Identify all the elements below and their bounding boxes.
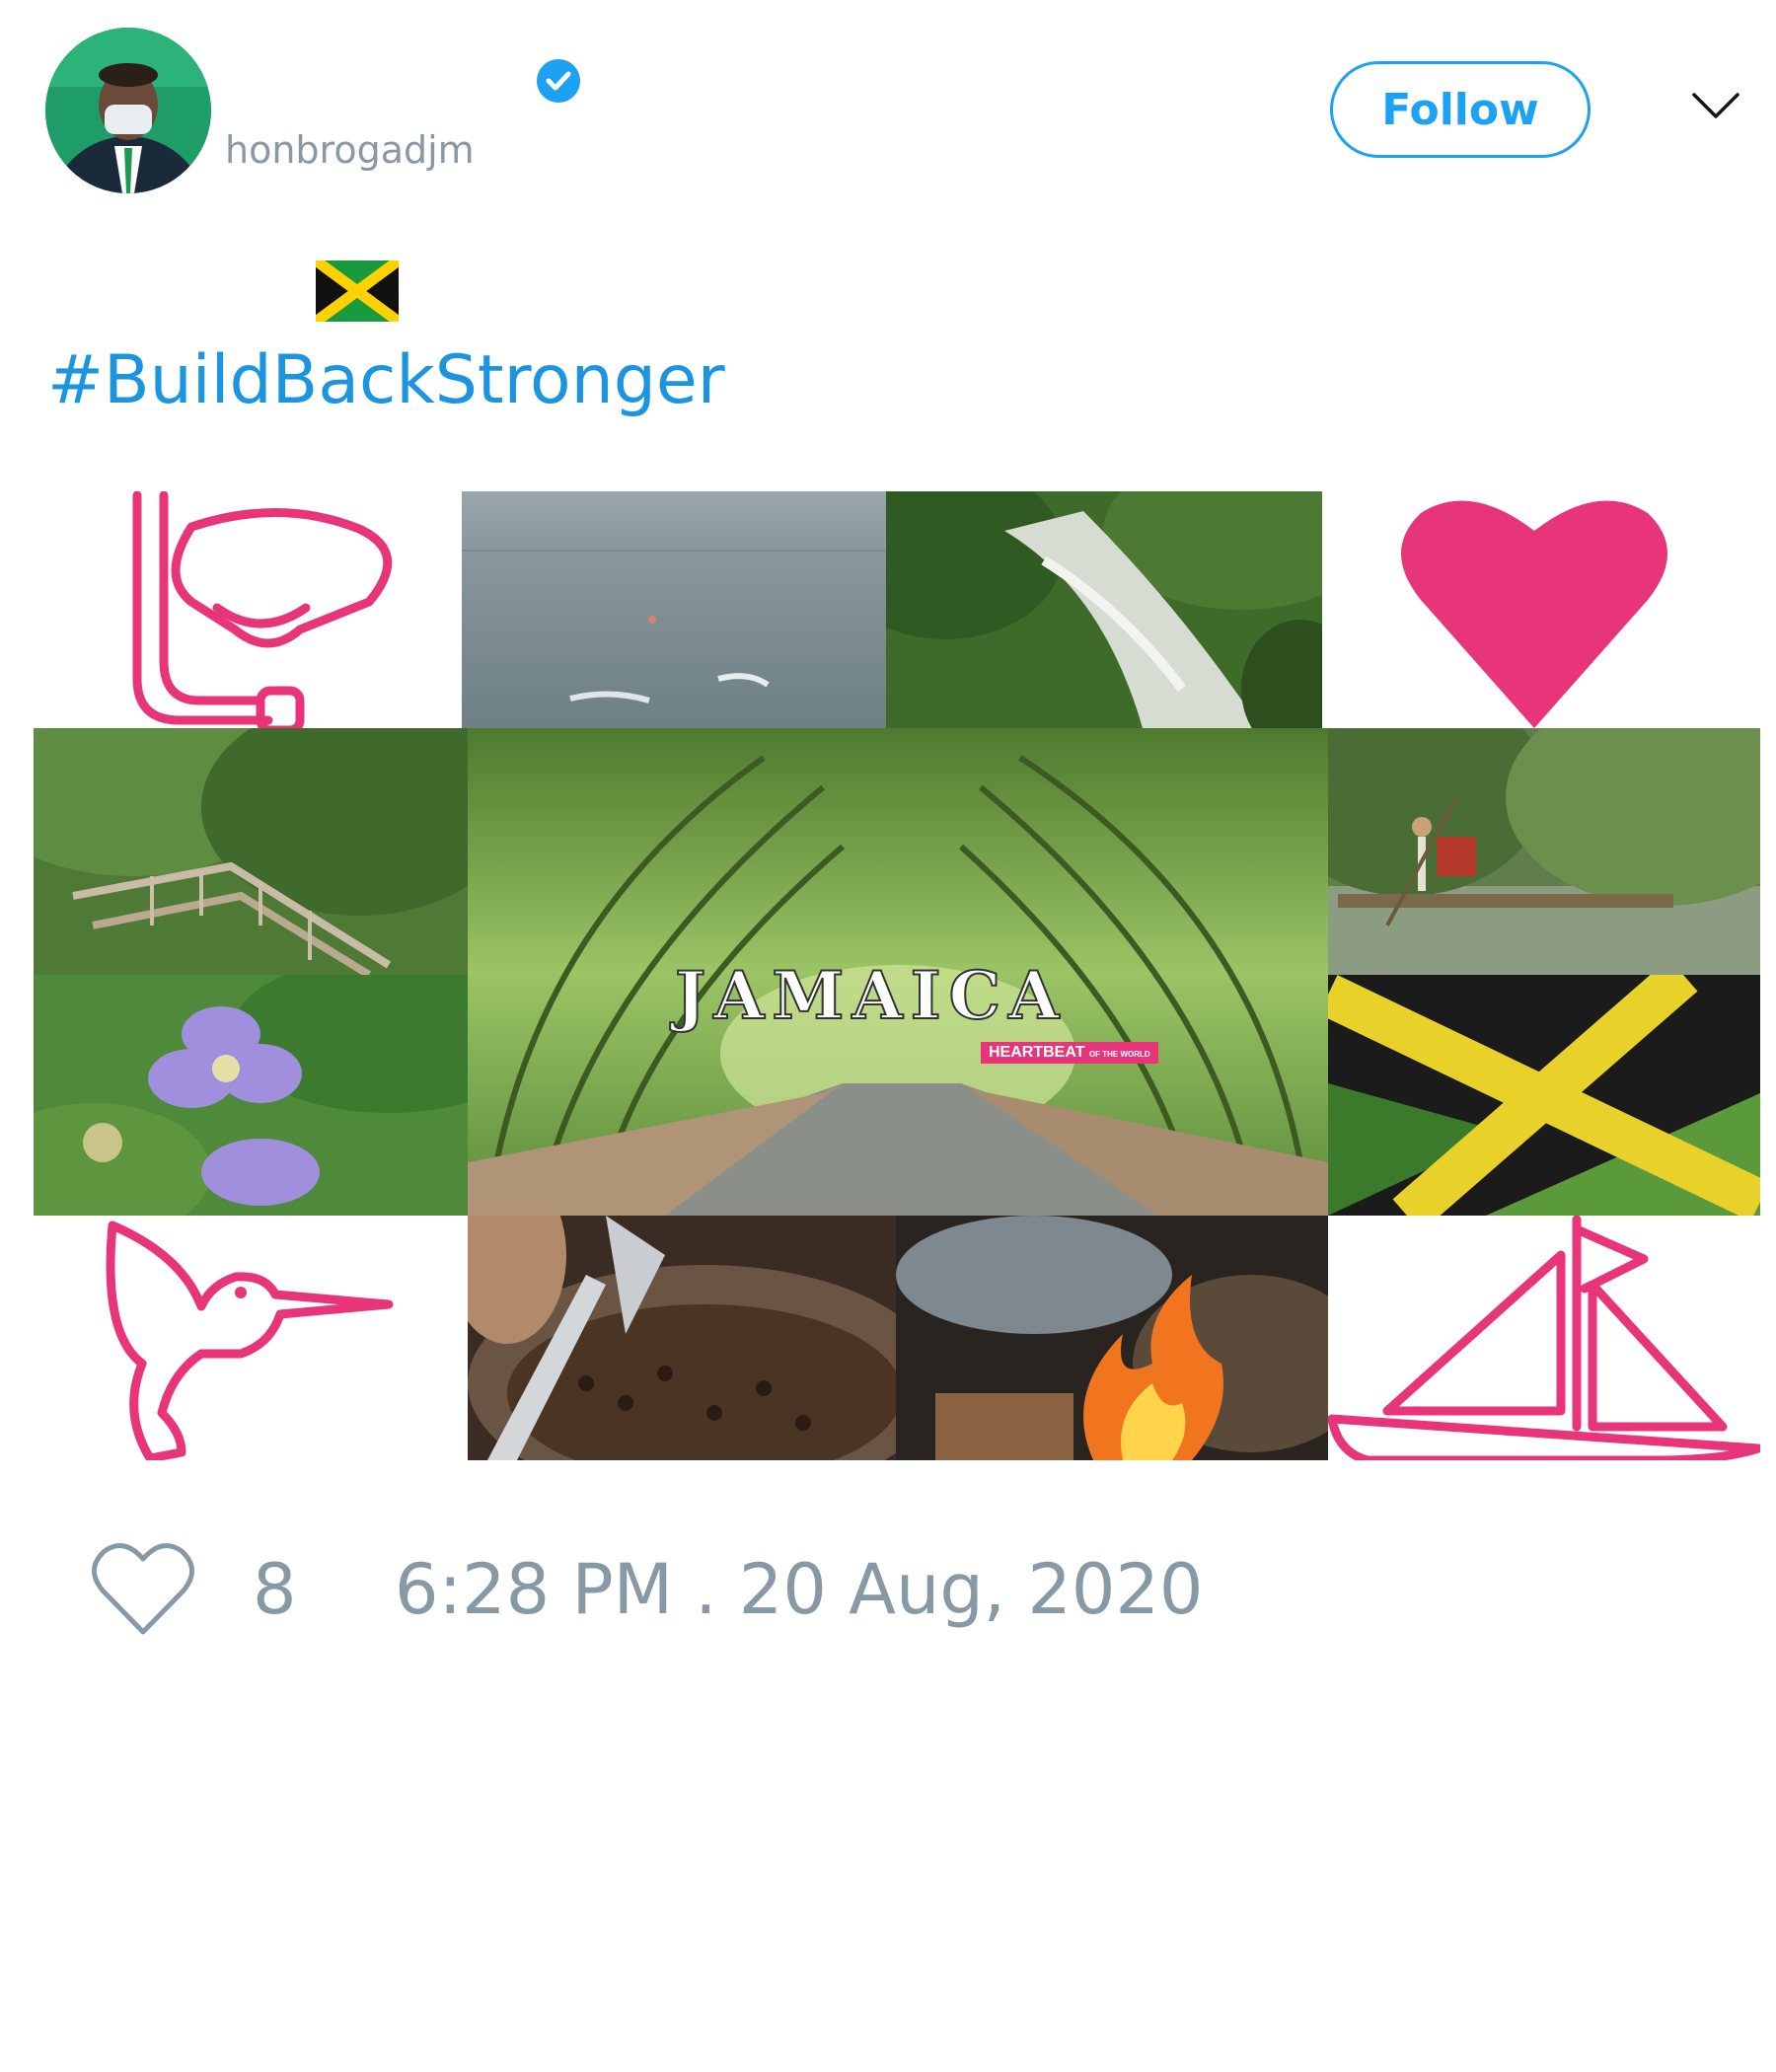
tweet-timestamp[interactable]: 6:28 PM . 20 Aug, 2020 bbox=[395, 1549, 1203, 1630]
user-handle[interactable]: honbrogadjm bbox=[225, 128, 475, 172]
campfire-image bbox=[896, 1216, 1328, 1460]
overlay-title: JAMAICA bbox=[674, 956, 1068, 1035]
bamboo-raft-image bbox=[1328, 728, 1760, 975]
bamboo-road-image: JAMAICA HEARTBEAT OF THE WORLD bbox=[468, 728, 1328, 1216]
overlay-tagline-small: OF THE WORLD bbox=[1088, 1050, 1150, 1059]
purple-flower-image bbox=[34, 975, 468, 1216]
heart-icon[interactable] bbox=[91, 1541, 195, 1636]
heart-icon-tile bbox=[1322, 491, 1760, 728]
hashtag-link[interactable]: #BuildBackStronger bbox=[47, 341, 725, 419]
wooden-walkway-image bbox=[34, 728, 468, 975]
hummingbird-icon bbox=[34, 1216, 468, 1460]
follow-button[interactable]: Follow bbox=[1330, 61, 1591, 158]
jamaica-flag-icon bbox=[316, 260, 399, 322]
overlay-tagline: HEARTBEAT OF THE WORLD bbox=[981, 1042, 1158, 1064]
snorkel-mask-icon bbox=[34, 491, 462, 728]
media-video[interactable]: JAMAICA HEARTBEAT OF THE WORLD bbox=[34, 491, 1760, 1460]
overlay-tagline-main: HEARTBEAT bbox=[989, 1044, 1085, 1061]
jamaica-flag-waving-image bbox=[1328, 975, 1760, 1216]
chevron-down-icon[interactable] bbox=[1691, 91, 1740, 120]
sea-swimmer-image bbox=[462, 491, 886, 728]
waterfall-image bbox=[886, 491, 1322, 728]
verified-badge-icon bbox=[537, 59, 580, 103]
like-count: 8 bbox=[253, 1549, 297, 1630]
sailboat-icon bbox=[1328, 1216, 1760, 1460]
coffee-roasting-image bbox=[468, 1216, 896, 1460]
avatar[interactable] bbox=[45, 28, 211, 193]
